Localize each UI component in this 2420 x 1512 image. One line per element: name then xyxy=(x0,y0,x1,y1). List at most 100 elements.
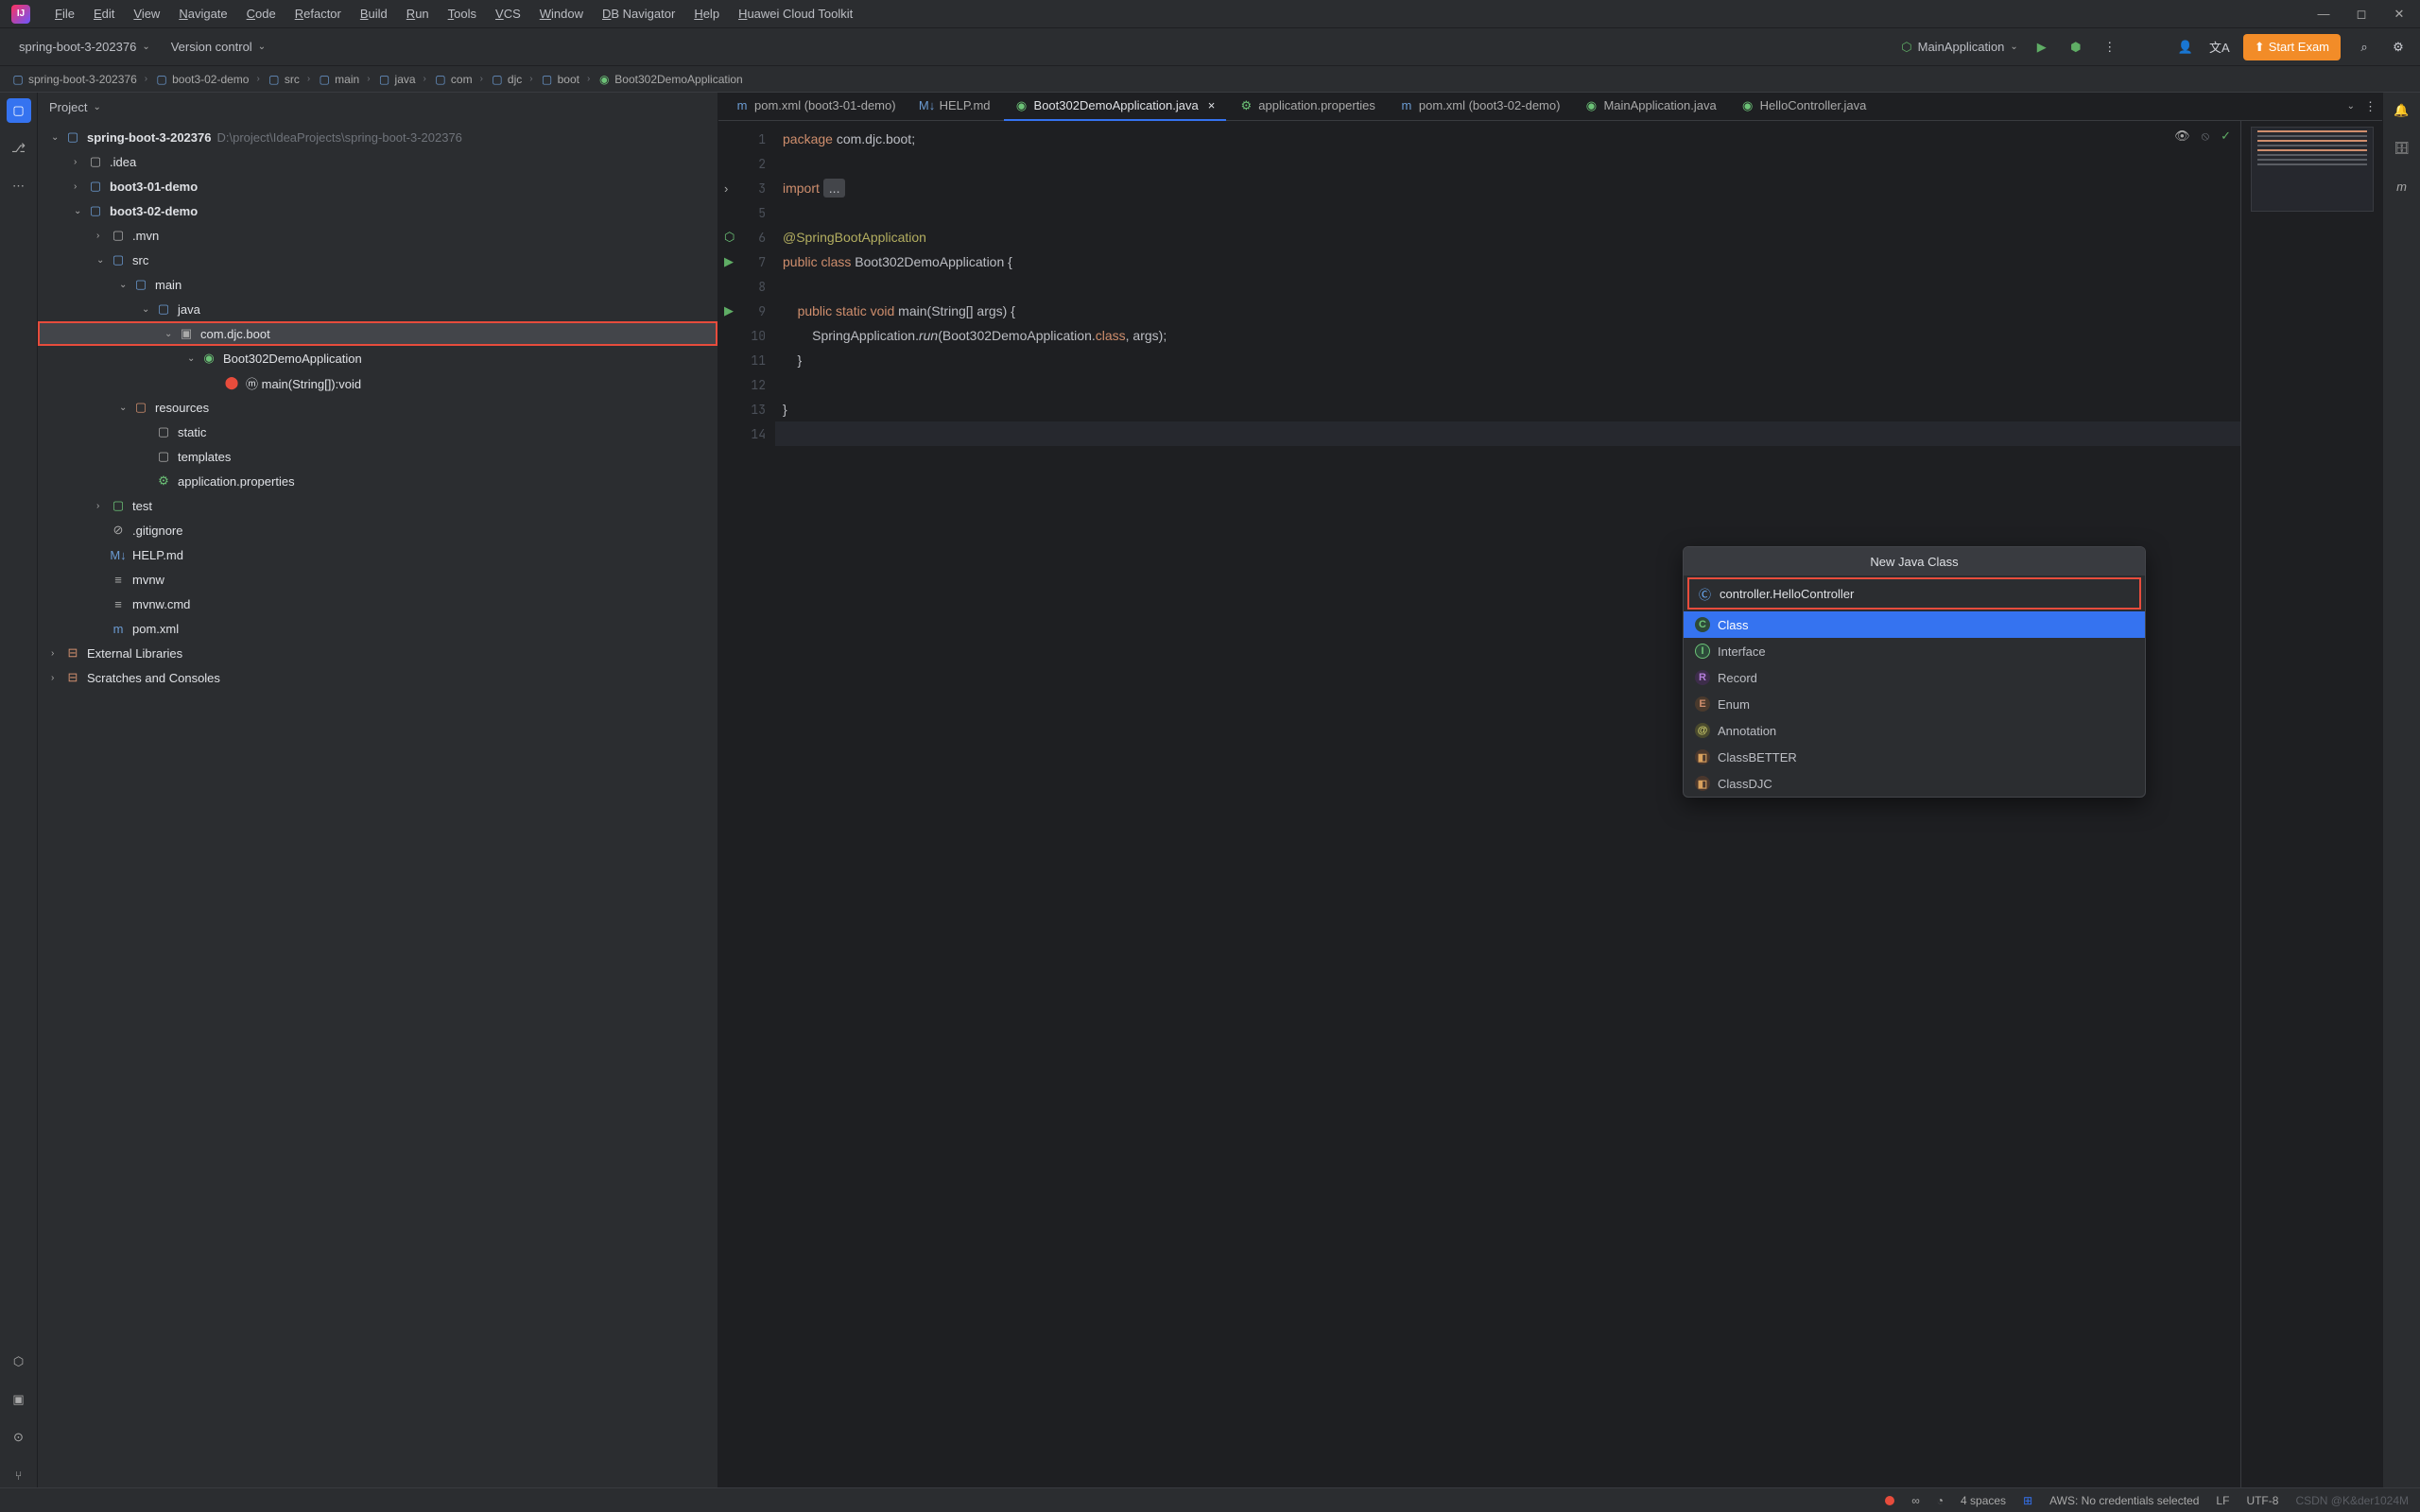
menu-window[interactable]: Window xyxy=(530,7,593,21)
tree-node[interactable]: ≡mvnw xyxy=(38,567,717,592)
tree-node[interactable]: ≡mvnw.cmd xyxy=(38,592,717,616)
gutter-line[interactable]: 13 xyxy=(718,397,775,421)
notifications-button[interactable]: 🔔 xyxy=(2390,98,2414,123)
commit-tool-button[interactable]: ⎇ xyxy=(7,136,31,161)
menu-file[interactable]: File xyxy=(45,7,84,21)
tree-node[interactable]: ⚙application.properties xyxy=(38,469,717,493)
menu-code[interactable]: Code xyxy=(237,7,285,21)
translate-icon[interactable]: 文A xyxy=(2209,37,2230,58)
gutter-line[interactable]: 12 xyxy=(718,372,775,397)
menu-help[interactable]: Help xyxy=(684,7,729,21)
progress-icon[interactable]: ◔ xyxy=(1937,1494,1944,1507)
gutter-line[interactable]: 14 xyxy=(718,421,775,446)
settings-icon[interactable]: ⚙ xyxy=(2388,37,2409,58)
close-tab-icon[interactable]: × xyxy=(1208,98,1216,112)
encoding[interactable]: UTF-8 xyxy=(2246,1494,2278,1507)
menu-db-navigator[interactable]: DB Navigator xyxy=(593,7,684,21)
tree-node[interactable]: ⌄▢src xyxy=(38,248,717,272)
editor-tab[interactable]: ◉MainApplication.java xyxy=(1573,93,1727,121)
gutter-line[interactable]: ▶9 xyxy=(718,299,775,323)
git-tool-button[interactable]: ⑂ xyxy=(7,1463,31,1487)
menu-vcs[interactable]: VCS xyxy=(486,7,530,21)
gutter-line[interactable]: ▶7 xyxy=(718,249,775,274)
breadcrumb-item[interactable]: ◉Boot302DemoApplication xyxy=(597,73,742,86)
popup-option-interface[interactable]: IInterface xyxy=(1684,638,2145,664)
vcs-selector[interactable]: Version control ⌄ xyxy=(164,36,273,58)
debug-button[interactable]: ⬢ xyxy=(2066,37,2086,58)
gutter-line[interactable]: 11 xyxy=(718,348,775,372)
menu-view[interactable]: View xyxy=(124,7,169,21)
gutter-line[interactable]: 5 xyxy=(718,200,775,225)
structure-tool-button[interactable]: ⬡ xyxy=(7,1349,31,1374)
indent-info[interactable]: 4 spaces xyxy=(1961,1494,2006,1507)
breadcrumb-item[interactable]: ▢boot3-02-demo xyxy=(155,73,249,86)
tree-node[interactable]: ⌄▢java xyxy=(38,297,717,321)
tree-node[interactable]: ›▢boot3-01-demo xyxy=(38,174,717,198)
breadcrumb-item[interactable]: ▢com xyxy=(434,73,473,86)
gutter-line[interactable]: 10 xyxy=(718,323,775,348)
breadcrumb-item[interactable]: ▢boot xyxy=(541,73,579,86)
popup-option-enum[interactable]: EEnum xyxy=(1684,691,2145,717)
search-icon[interactable]: ⌕ xyxy=(2354,37,2375,58)
popup-option-class[interactable]: CClass xyxy=(1684,611,2145,638)
tree-node[interactable]: ▢static xyxy=(38,420,717,444)
gutter-line[interactable]: 1 xyxy=(718,127,775,151)
menu-huawei-cloud-toolkit[interactable]: Huawei Cloud Toolkit xyxy=(729,7,862,21)
menu-refactor[interactable]: Refactor xyxy=(285,7,351,21)
tree-node[interactable]: ›▢test xyxy=(38,493,717,518)
more-actions-button[interactable]: ⋮ xyxy=(2100,37,2120,58)
editor-tab[interactable]: mpom.xml (boot3-02-demo) xyxy=(1389,93,1572,121)
tree-node[interactable]: ›⊟Scratches and Consoles xyxy=(38,665,717,690)
run-config-selector[interactable]: ⬡ MainApplication ⌄ xyxy=(1901,40,2018,55)
gutter-line[interactable]: ⬡6 xyxy=(718,225,775,249)
tree-node[interactable]: ⌄▢boot3-02-demo xyxy=(38,198,717,223)
editor-tab[interactable]: M↓HELP.md xyxy=(909,93,1002,121)
tree-node[interactable]: ⊘.gitignore xyxy=(38,518,717,542)
breadcrumb-item[interactable]: ▢spring-boot-3-202376 xyxy=(11,73,137,86)
tree-node[interactable]: ⌄▢spring-boot-3-202376D:\project\IdeaPro… xyxy=(38,125,717,149)
menu-tools[interactable]: Tools xyxy=(439,7,486,21)
menu-build[interactable]: Build xyxy=(351,7,397,21)
line-ending[interactable]: LF xyxy=(2216,1494,2229,1507)
code-with-me-icon[interactable]: 👤 xyxy=(2175,37,2196,58)
editor-tab[interactable]: ⚙application.properties xyxy=(1228,93,1387,121)
breadcrumb-item[interactable]: ▢java xyxy=(378,73,416,86)
breadcrumb-item[interactable]: ▢src xyxy=(268,73,300,86)
editor-code[interactable]: package com.djc.boot;import ...@SpringBo… xyxy=(775,121,2240,1487)
start-exam-button[interactable]: ⬆ Start Exam xyxy=(2243,34,2341,60)
project-panel-header[interactable]: Project ⌄ xyxy=(38,93,717,121)
run-button[interactable]: ▶ xyxy=(2031,37,2052,58)
popup-option-record[interactable]: RRecord xyxy=(1684,664,2145,691)
project-selector[interactable]: spring-boot-3-202376 ⌄ xyxy=(11,36,158,58)
more-tool-button[interactable]: ⋯ xyxy=(7,174,31,198)
tree-node[interactable]: ⌄◉Boot302DemoApplication xyxy=(38,346,717,370)
menu-navigate[interactable]: Navigate xyxy=(169,7,236,21)
reader-mode-icon[interactable]: 👁 xyxy=(2174,129,2190,144)
breadcrumb-item[interactable]: ▢main xyxy=(318,73,359,86)
class-name-input[interactable] xyxy=(1716,587,2130,601)
popup-option-annotation[interactable]: @Annotation xyxy=(1684,717,2145,744)
problems-tool-button[interactable]: ⊙ xyxy=(7,1425,31,1450)
copilot-icon[interactable]: ∞ xyxy=(1911,1494,1920,1507)
maximize-button[interactable]: ◻ xyxy=(2352,7,2371,22)
gutter-line[interactable]: ›3 xyxy=(718,176,775,200)
project-tool-button[interactable]: ▢ xyxy=(7,98,31,123)
gutter-line[interactable]: 2 xyxy=(718,151,775,176)
terminal-tool-button[interactable]: ▣ xyxy=(7,1387,31,1412)
editor-tab[interactable]: ◉HelloController.java xyxy=(1730,93,1878,121)
tree-node[interactable]: ▢templates xyxy=(38,444,717,469)
aws-status[interactable]: AWS: No credentials selected xyxy=(2049,1494,2199,1507)
editor-tab[interactable]: ◉Boot302DemoApplication.java× xyxy=(1004,93,1227,121)
tree-node[interactable]: ⌄▢resources xyxy=(38,395,717,420)
popup-option-classdjc[interactable]: ◧ClassDJC xyxy=(1684,770,2145,797)
tree-node[interactable]: ⌄▣com.djc.boot xyxy=(38,321,717,346)
breadcrumb-item[interactable]: ▢djc xyxy=(491,73,522,86)
tree-node[interactable]: ›▢.idea xyxy=(38,149,717,174)
tree-node[interactable]: mpom.xml xyxy=(38,616,717,641)
tabs-more-icon[interactable]: ⋮ xyxy=(2364,99,2377,114)
popup-option-classbetter[interactable]: ◧ClassBETTER xyxy=(1684,744,2145,770)
minimize-button[interactable]: — xyxy=(2314,7,2333,22)
tree-node[interactable]: ›▢.mvn xyxy=(38,223,717,248)
inspection-eye-icon[interactable]: ⦸ xyxy=(2202,129,2209,144)
tree-node[interactable]: ›⊟External Libraries xyxy=(38,641,717,665)
